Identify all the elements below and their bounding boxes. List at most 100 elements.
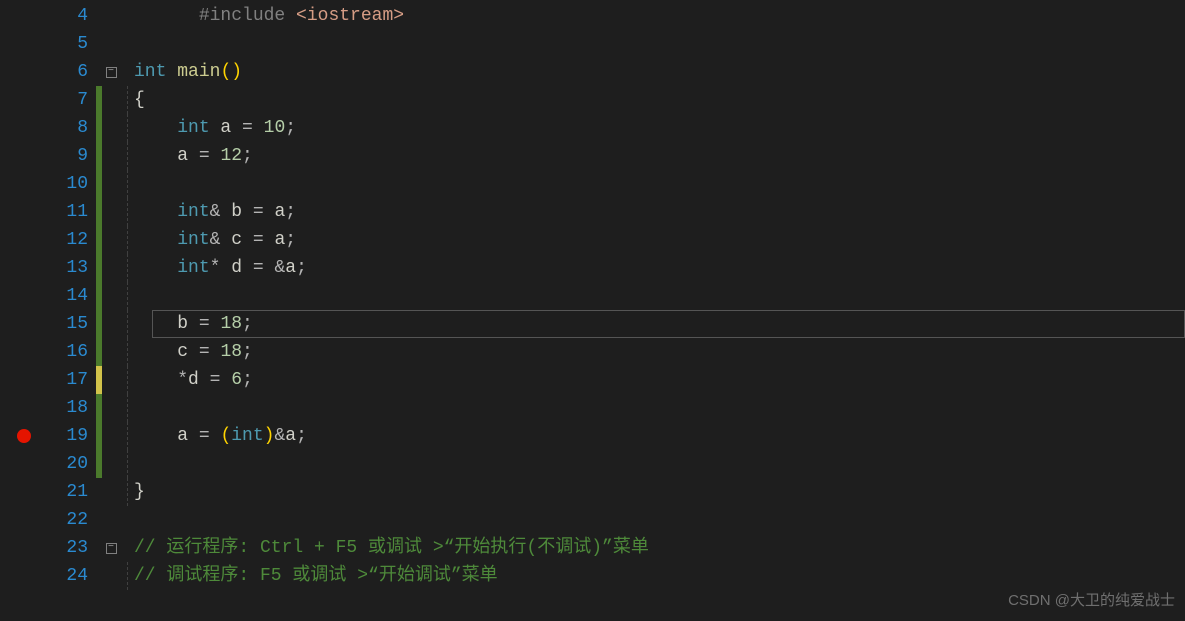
breakpoint-margin[interactable]	[0, 429, 48, 443]
line-number: 12	[48, 226, 96, 254]
token: a	[134, 146, 199, 166]
code-content[interactable]: #include <iostream>	[134, 2, 1185, 30]
code-line[interactable]: 23−// 运行程序: Ctrl + F5 或调试 >“开始执行(不调试)”菜单	[0, 534, 1185, 562]
token: // 调试程序: F5 或调试 >“开始调试”菜单	[134, 566, 498, 586]
token	[210, 314, 221, 334]
token: *	[210, 258, 221, 278]
indent-guide	[120, 338, 134, 366]
code-line[interactable]: 19 a = (int)&a;	[0, 422, 1185, 450]
code-line[interactable]: 7{	[0, 86, 1185, 114]
code-line[interactable]: 9 a = 12;	[0, 142, 1185, 170]
fold-collapse-icon[interactable]: −	[106, 67, 117, 78]
change-indicator	[96, 478, 102, 506]
token: *	[177, 370, 188, 390]
token: c	[220, 230, 252, 250]
code-content[interactable]: a = 12;	[134, 142, 1185, 170]
token: a	[264, 230, 286, 250]
token: int	[177, 202, 209, 222]
code-content[interactable]: *d = 6;	[134, 366, 1185, 394]
line-number: 7	[48, 86, 96, 114]
token	[134, 258, 177, 278]
code-line[interactable]: 21}	[0, 478, 1185, 506]
token: 6	[231, 370, 242, 390]
line-number: 6	[48, 58, 96, 86]
code-line[interactable]: 4 #include <iostream>	[0, 2, 1185, 30]
code-content[interactable]: int a = 10;	[134, 114, 1185, 142]
code-line[interactable]: 22	[0, 506, 1185, 534]
line-number: 21	[48, 478, 96, 506]
change-indicator	[96, 170, 102, 198]
indent-guide	[120, 198, 134, 226]
code-content[interactable]: int& b = a;	[134, 198, 1185, 226]
indent-guide	[120, 450, 134, 478]
code-line[interactable]: 13 int* d = &a;	[0, 254, 1185, 282]
code-line[interactable]: 10	[0, 170, 1185, 198]
code-content[interactable]: int& c = a;	[134, 226, 1185, 254]
token: ;	[242, 370, 253, 390]
indent-guide	[120, 226, 134, 254]
token: c	[134, 342, 199, 362]
code-line[interactable]: 18	[0, 394, 1185, 422]
code-content[interactable]: c = 18;	[134, 338, 1185, 366]
token	[166, 62, 177, 82]
token: }	[134, 482, 145, 502]
code-line[interactable]: 8 int a = 10;	[0, 114, 1185, 142]
code-content[interactable]: {	[134, 86, 1185, 114]
code-content[interactable]: int main()	[134, 58, 1185, 86]
line-number: 11	[48, 198, 96, 226]
indent-guide	[120, 58, 134, 86]
code-content[interactable]: a = (int)&a;	[134, 422, 1185, 450]
token: #include	[199, 6, 285, 26]
change-indicator	[96, 506, 102, 534]
token: a	[264, 202, 286, 222]
code-line[interactable]: 16 c = 18;	[0, 338, 1185, 366]
code-content[interactable]: b = 18;	[134, 310, 1185, 338]
token: =	[199, 146, 210, 166]
fold-gutter[interactable]: −	[102, 67, 120, 78]
indent-guide	[120, 310, 134, 338]
code-line[interactable]: 6− int main()	[0, 58, 1185, 86]
line-number: 13	[48, 254, 96, 282]
code-content[interactable]: // 调试程序: F5 或调试 >“开始调试”菜单	[134, 562, 1185, 590]
token: a	[210, 118, 242, 138]
code-line[interactable]: 14	[0, 282, 1185, 310]
code-editor[interactable]: 4 #include <iostream>56−int main()7{8 in…	[0, 0, 1185, 621]
code-line[interactable]: 11 int& b = a;	[0, 198, 1185, 226]
change-indicator	[96, 282, 102, 310]
code-line[interactable]: 12 int& c = a;	[0, 226, 1185, 254]
line-number: 5	[48, 30, 96, 58]
breakpoint-icon[interactable]	[17, 429, 31, 443]
code-line[interactable]: 20	[0, 450, 1185, 478]
token: =	[199, 342, 210, 362]
fold-gutter[interactable]: −	[102, 543, 120, 554]
indent-guide	[120, 170, 134, 198]
change-indicator	[96, 338, 102, 366]
code-content[interactable]: // 运行程序: Ctrl + F5 或调试 >“开始执行(不调试)”菜单	[134, 534, 1185, 562]
token: <iostream>	[296, 6, 404, 26]
line-number: 9	[48, 142, 96, 170]
token: ;	[242, 342, 253, 362]
token: =	[199, 426, 210, 446]
change-indicator	[96, 310, 102, 338]
token: b	[134, 314, 199, 334]
token: b	[220, 202, 252, 222]
token: int	[134, 62, 166, 82]
indent-guide	[120, 562, 134, 590]
token	[210, 342, 221, 362]
change-indicator	[96, 422, 102, 450]
code-line[interactable]: 17 *d = 6;	[0, 366, 1185, 394]
token: ;	[242, 146, 253, 166]
line-number: 19	[48, 422, 96, 450]
indent-guide	[120, 422, 134, 450]
token: int	[231, 426, 263, 446]
token: ;	[285, 118, 296, 138]
code-content[interactable]: }	[134, 478, 1185, 506]
token: 18	[220, 314, 242, 334]
code-line[interactable]: 24// 调试程序: F5 或调试 >“开始调试”菜单	[0, 562, 1185, 590]
code-line[interactable]: 5	[0, 30, 1185, 58]
token: int	[177, 258, 209, 278]
fold-collapse-icon[interactable]: −	[106, 543, 117, 554]
code-content[interactable]: int* d = &a;	[134, 254, 1185, 282]
code-line[interactable]: 15 b = 18;	[0, 310, 1185, 338]
token	[134, 202, 177, 222]
